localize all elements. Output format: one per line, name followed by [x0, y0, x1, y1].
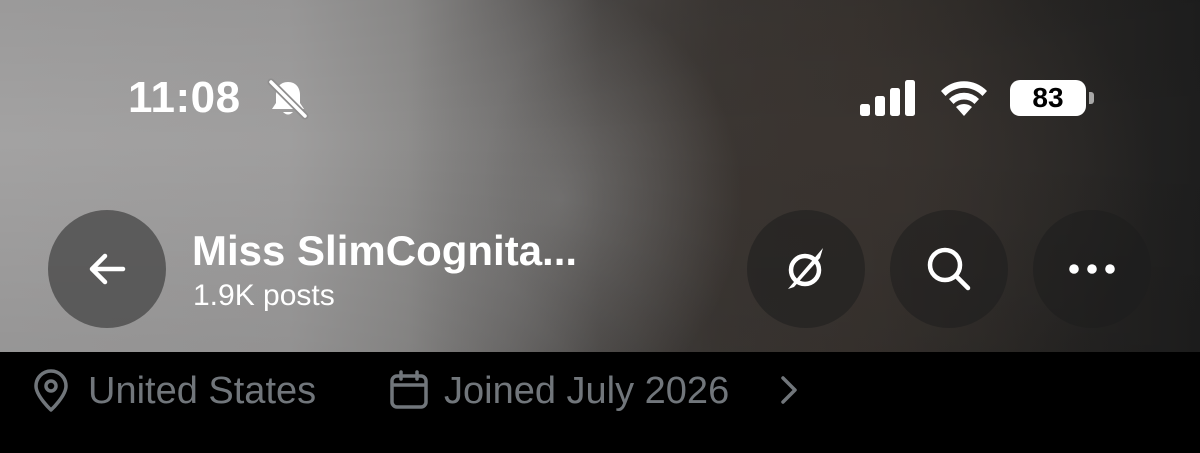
- arrow-left-icon: [89, 253, 126, 285]
- profile-screen: 11:08 83 Miss SlimCognita... 1.9K posts: [0, 0, 1200, 453]
- battery-cap: [1089, 92, 1094, 104]
- wifi-icon: [941, 81, 987, 116]
- location-pin-icon: [34, 369, 68, 412]
- back-button[interactable]: [48, 210, 166, 328]
- profile-name: Miss SlimCognita...: [192, 227, 578, 274]
- profile-location: United States: [88, 370, 317, 412]
- bell-slash-icon: [267, 78, 309, 120]
- grok-icon: [788, 248, 823, 289]
- post-count: 1.9K posts: [193, 279, 335, 312]
- profile-banner-image[interactable]: [0, 0, 1200, 352]
- search-button[interactable]: [890, 210, 1008, 328]
- more-horizontal-icon: [1069, 264, 1115, 274]
- more-button[interactable]: [1033, 210, 1151, 328]
- cellular-signal-icon: [860, 80, 915, 116]
- status-time: 11:08: [128, 73, 241, 122]
- search-icon: [927, 247, 971, 291]
- profile-joined-date[interactable]: Joined July 2026: [444, 368, 729, 414]
- grok-button[interactable]: [747, 210, 865, 328]
- calendar-icon: [390, 370, 428, 409]
- battery-indicator: 83: [1010, 80, 1094, 116]
- chevron-right-icon[interactable]: [776, 374, 802, 406]
- battery-level: 83: [1010, 80, 1086, 116]
